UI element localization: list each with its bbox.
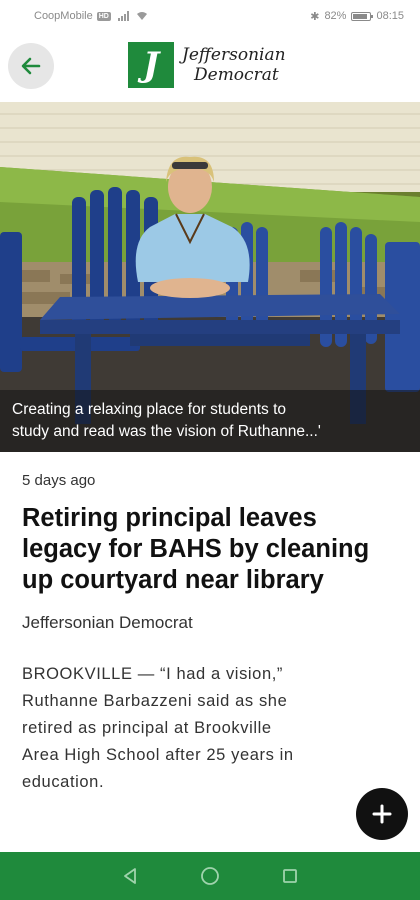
article-body: BROOKVILLE — “I had a vision,” Ruthanne … [22,661,398,796]
status-bar: CoopMobile HD ✱ 82% 08:15 [0,0,420,32]
battery-percent: 82% [324,10,347,22]
article-content: 5 days ago Retiring principal leaves leg… [0,452,420,852]
logo-wordmark: Jeffersonian Democrat [182,45,286,85]
wifi-icon [136,11,148,21]
body-line: Ruthanne Barbazzeni said as she [22,692,288,710]
plus-icon [372,804,392,824]
carrier-name: CoopMobile [34,10,93,22]
back-button[interactable] [8,43,54,89]
logo-letter: J [142,45,160,85]
arrow-left-icon [21,57,41,75]
network-badge: HD [96,11,111,21]
publication-logo: J Jeffersonian Democrat [128,42,286,88]
article-headline: Retiring principal leaves legacy for BAH… [22,504,370,594]
nav-back-button[interactable] [116,862,144,890]
caption-line-2: study and read was the vision of Ruthann… [12,423,321,440]
body-line: Area High School after 25 years in [22,746,294,764]
logo-line-1: Jeffersonian [182,45,286,65]
article-source[interactable]: Jeffersonian Democrat [22,613,398,633]
logo-line-2: Democrat [194,65,279,85]
logo-mark: J [128,42,174,88]
nav-recents-button[interactable] [276,862,304,890]
add-button[interactable] [356,788,408,840]
app-header: J Jeffersonian Democrat [0,32,420,102]
body-line: BROOKVILLE — “I had a vision,” [22,665,284,683]
signal-icon [117,11,129,21]
photo-caption: Creating a relaxing place for students t… [0,390,420,452]
home-circle-icon [201,867,219,885]
status-left: CoopMobile HD [34,10,148,22]
status-right: ✱ 82% 08:15 [310,10,404,23]
back-triangle-icon [124,868,136,884]
battery-icon [351,11,374,21]
clock: 08:15 [376,10,404,22]
recents-square-icon [283,869,297,883]
bluetooth-icon: ✱ [310,10,320,23]
body-line: education. [22,773,105,791]
caption-line-1: Creating a relaxing place for students t… [12,401,286,418]
nav-home-button[interactable] [196,862,224,890]
hero-image[interactable]: Creating a relaxing place for students t… [0,102,420,452]
system-nav-bar [0,852,420,900]
article-timestamp: 5 days ago [22,472,96,489]
body-line: retired as principal at Brookville [22,719,272,737]
